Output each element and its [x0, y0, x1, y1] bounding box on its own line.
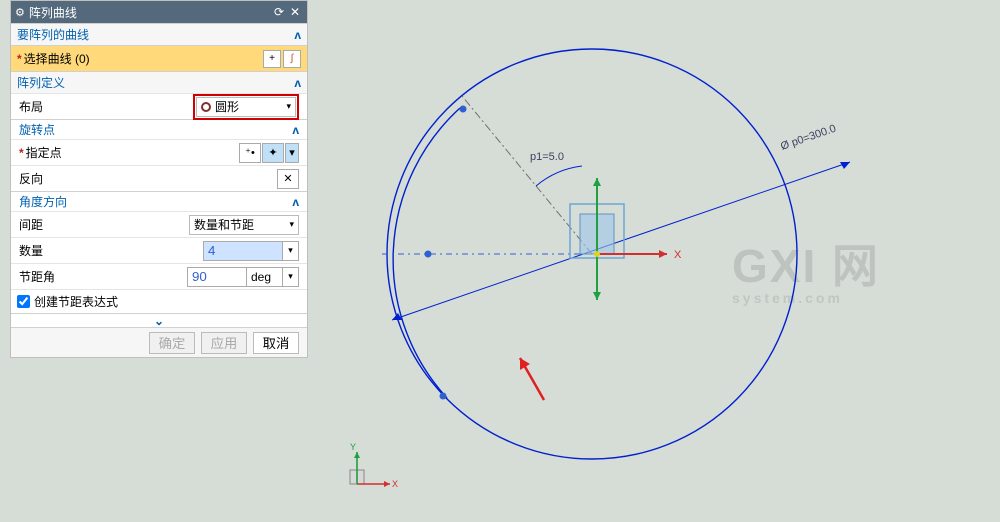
node-top: [460, 106, 467, 113]
ok-button[interactable]: 确定: [149, 332, 195, 354]
chevron-down-icon: ▾: [289, 219, 294, 230]
cancel-button[interactable]: 取消: [253, 332, 299, 354]
angle-arc: [536, 166, 582, 186]
chevron-up-icon: ʌ: [292, 123, 299, 137]
dialog-buttons: 确定 应用 取消: [11, 327, 307, 357]
create-expression-label: 创建节距表达式: [34, 293, 118, 310]
specify-point-row: * 指定点 ⁺• ✦ ▾: [11, 139, 307, 165]
angle-dim-text: p1=5.0: [530, 151, 564, 163]
pitch-unit: deg: [247, 267, 283, 287]
layout-highlight: 圆形 ▾: [193, 94, 299, 120]
node-bottom: [440, 393, 447, 400]
section-curve-header[interactable]: 要阵列的曲线 ʌ: [11, 23, 307, 45]
rotation-point-header[interactable]: 旋转点 ʌ: [11, 119, 307, 139]
reverse-row: 反向 ✕: [11, 165, 307, 191]
angle-direction-label: 角度方向: [19, 193, 67, 210]
add-selection-button[interactable]: +: [263, 50, 281, 68]
pitch-dropdown[interactable]: ▾: [283, 267, 299, 287]
refresh-button[interactable]: ⟳: [271, 5, 287, 19]
count-stepper[interactable]: ▾: [283, 241, 299, 261]
layout-select[interactable]: 圆形 ▾: [196, 97, 296, 117]
reverse-label: 反向: [19, 170, 277, 187]
create-expression-row: 创建节距表达式: [11, 289, 307, 313]
svg-text:Y: Y: [350, 442, 356, 452]
pitch-label: 节距角: [19, 268, 109, 285]
close-button[interactable]: ✕: [287, 5, 303, 19]
point-dropdown-button[interactable]: ▾: [285, 143, 299, 163]
chevron-up-icon: ʌ: [294, 76, 301, 90]
create-expression-checkbox[interactable]: [17, 295, 30, 308]
diameter-dim-line: [392, 162, 850, 320]
required-star: *: [19, 146, 24, 160]
spacing-value: 数量和节距: [194, 216, 254, 233]
collapse-toggle[interactable]: ⌄: [11, 313, 307, 327]
pattern-curve-panel: ⚙ 阵列曲线 ⟳ ✕ 要阵列的曲线 ʌ * 选择曲线 (0) + ∫ 阵列定义 …: [10, 0, 308, 358]
count-row: 数量 ▾: [11, 237, 307, 263]
chevron-up-icon: ʌ: [294, 28, 301, 42]
pitch-input[interactable]: [187, 267, 247, 287]
section-curve-label: 要阵列的曲线: [17, 26, 89, 43]
axis-x-label: X: [674, 249, 682, 261]
pitch-row: 节距角 deg ▾: [11, 263, 307, 289]
layout-row: 布局 圆形 ▾: [11, 93, 307, 119]
scene-svg: Ø p0=300.0 p1=5.0 X: [312, 0, 1000, 522]
count-label: 数量: [19, 242, 109, 259]
count-input[interactable]: [203, 241, 283, 261]
specify-point-label: 指定点: [26, 144, 239, 161]
rotation-point-label: 旋转点: [19, 121, 55, 138]
svg-text:X: X: [392, 479, 398, 489]
spacing-row: 间距 数量和节距 ▾: [11, 211, 307, 237]
node-left: [425, 251, 432, 258]
gear-icon: ⚙: [15, 6, 25, 19]
spacing-select[interactable]: 数量和节距 ▾: [189, 215, 299, 235]
point-add-button[interactable]: ⁺•: [239, 143, 261, 163]
chevron-up-icon: ʌ: [292, 195, 299, 209]
section-definition-header[interactable]: 阵列定义 ʌ: [11, 71, 307, 93]
reverse-button[interactable]: ✕: [277, 169, 299, 189]
section-definition-label: 阵列定义: [17, 74, 65, 91]
panel-titlebar: ⚙ 阵列曲线 ⟳ ✕: [11, 1, 307, 23]
select-curve-row[interactable]: * 选择曲线 (0) + ∫: [11, 45, 307, 71]
panel-title-text: 阵列曲线: [29, 4, 271, 21]
point-pick-button[interactable]: ✦: [262, 143, 284, 163]
layout-value: 圆形: [215, 98, 239, 115]
apply-button[interactable]: 应用: [201, 332, 247, 354]
graphics-viewport[interactable]: GXI 网 system.com Ø p0=300.0 p1=5.0 X: [312, 0, 1000, 522]
required-star: *: [17, 52, 22, 66]
angle-direction-header[interactable]: 角度方向 ʌ: [11, 191, 307, 211]
circle-icon: [201, 102, 211, 112]
chevron-down-icon: ▾: [286, 101, 291, 112]
select-curve-label: 选择曲线 (0): [24, 50, 90, 67]
view-triad[interactable]: X Y: [340, 440, 400, 500]
spacing-label: 间距: [19, 216, 109, 233]
layout-label: 布局: [19, 98, 109, 115]
angle-leader: [462, 96, 592, 254]
curve-type-button[interactable]: ∫: [283, 50, 301, 68]
diameter-dim-text: Ø p0=300.0: [779, 123, 838, 153]
